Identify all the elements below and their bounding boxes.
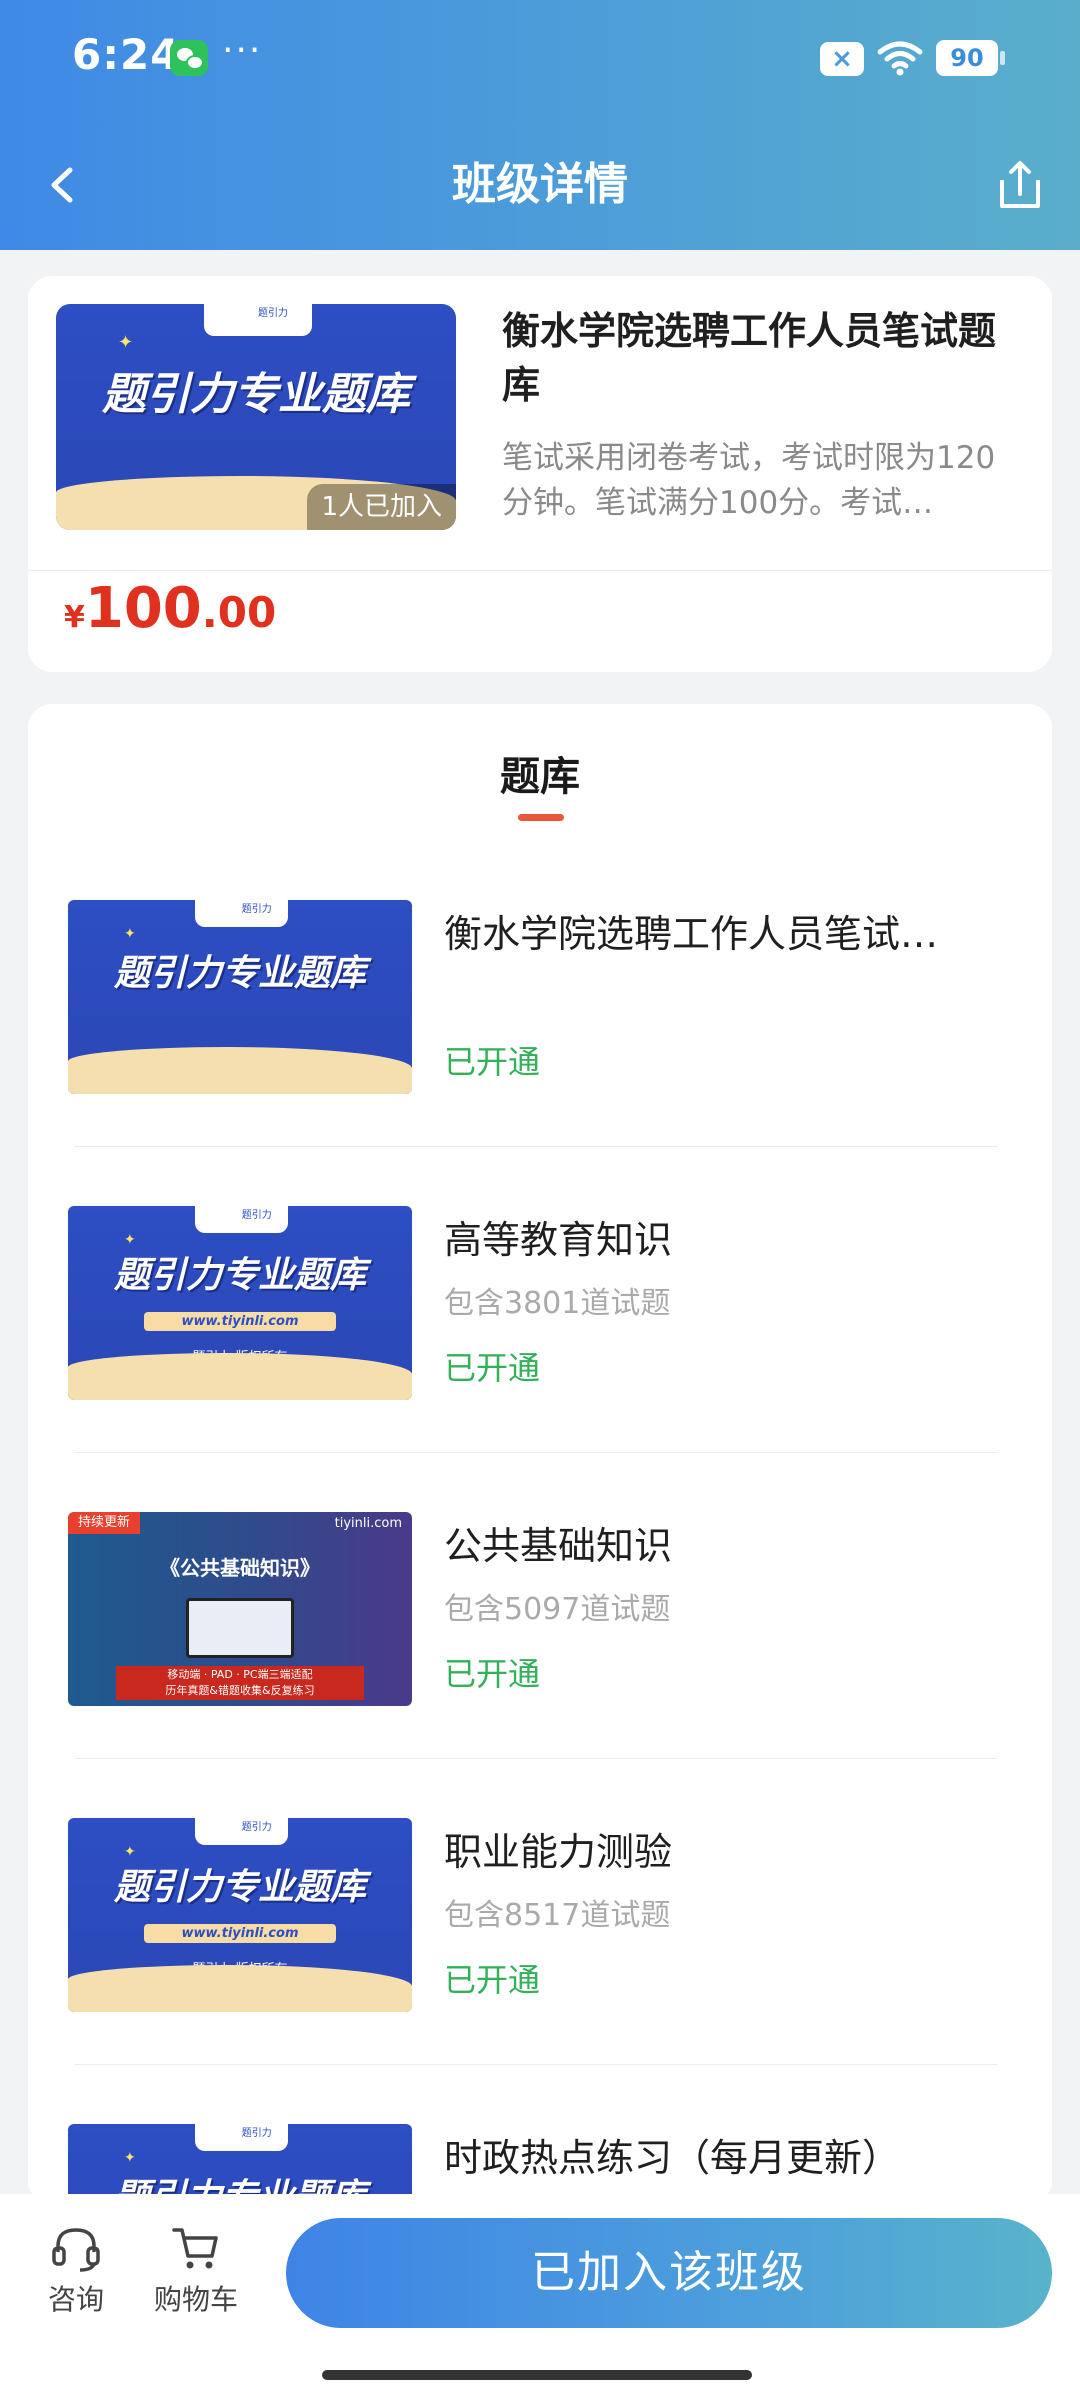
bank-cover-image: ✦ 题引力专业题库 www.tiyinli.com 题引力 版权所有 — [68, 1206, 412, 1400]
cover-url: www.tiyinli.com — [143, 1924, 337, 1944]
cover-title: 题引力专业题库 — [102, 369, 410, 420]
bank-item-count: 包含3801道试题 — [444, 1286, 671, 1321]
page-title: 班级详情 — [452, 159, 628, 210]
cover-logo-tab — [204, 304, 312, 336]
more-notifications-icon: ··· — [222, 30, 263, 71]
bank-list-item[interactable]: ✦ 题引力专业题库 题引力 版权所有 衡水学院选聘工作人员笔试… 已开通 — [68, 900, 1032, 1206]
battery-icon: 90 — [936, 40, 1005, 76]
bank-list-item[interactable]: ✦ 题引力专业题库 www.tiyinli.com 题引力 版权所有 职业能力测… — [68, 1818, 1032, 2124]
bank-cover-image: ✦ 题引力专业题库 www.tiyinli.com 题引力 版权所有 — [68, 1818, 412, 2012]
bank-item-title: 衡水学院选聘工作人员笔试… — [444, 912, 939, 956]
join-count-badge: 1人已加入 — [307, 484, 456, 530]
bank-list-item[interactable]: 持续更新 tiyinli.com 《公共基础知识》 移动端 · PAD · PC… — [68, 1512, 1032, 1818]
star-icon: ✦ — [124, 2150, 136, 2166]
divider — [74, 1758, 998, 1759]
cover-title: 题引力专业题库 — [113, 1867, 366, 1908]
bank-cover-image: 持续更新 tiyinli.com 《公共基础知识》 移动端 · PAD · PC… — [68, 1512, 412, 1706]
bank-item-title: 时政热点练习（每月更新） — [444, 2136, 901, 2180]
bank-list-item[interactable]: ✦ 题引力专业题库 www.tiyinli.com 题引力 版权所有 高等教育知… — [68, 1206, 1032, 1512]
wifi-icon — [876, 38, 924, 78]
bank-cover-image: ✦ 题引力专业题库 题引力 版权所有 — [68, 900, 412, 1094]
consult-label: 咨询 — [47, 2283, 104, 2316]
cover-logo-tab — [195, 1818, 289, 1846]
price-integer: 100 — [84, 576, 202, 641]
no-sim-icon: × — [820, 42, 864, 76]
course-card: ✦ 题引力专业题库 题引力 版权所有 1人已加入 衡水学院选聘工作人员笔试题库 … — [28, 276, 1052, 672]
star-icon: ✦ — [124, 926, 136, 942]
share-button[interactable] — [990, 150, 1050, 220]
cover-logo-tab — [195, 2124, 289, 2152]
bank-item-title: 高等教育知识 — [444, 1218, 673, 1262]
star-icon: ✦ — [118, 332, 134, 353]
cart-label: 购物车 — [153, 2283, 238, 2316]
status-time: 6:24 — [72, 30, 181, 79]
cover-feature-line: 移动端 · PAD · PC端三端适配 — [167, 1668, 313, 1681]
divider — [74, 2064, 998, 2065]
bank-item-status: 已开通 — [444, 1961, 541, 1999]
cover-title: 《公共基础知识》 — [160, 1556, 320, 1580]
tab-indicator — [518, 814, 564, 821]
shopping-cart-icon — [172, 2228, 218, 2269]
bottom-action-bar: 咨询 购物车 已加入该班级 — [0, 2194, 1080, 2400]
cover-tag: 持续更新 — [68, 1512, 141, 1534]
consult-button[interactable]: 咨询 — [36, 2224, 116, 2318]
cover-wave — [68, 1047, 412, 1094]
question-bank-section: 题库 ✦ 题引力专业题库 题引力 版权所有 衡水学院选聘工作人员笔试… 已开通 … — [28, 704, 1052, 2318]
divider — [28, 570, 1052, 571]
cover-title: 题引力专业题库 — [113, 953, 366, 994]
share-icon — [1000, 161, 1040, 208]
cover-wave — [68, 1353, 412, 1400]
section-title: 题库 — [500, 754, 580, 800]
header: 6:24 ··· × 90 班级详情 — [0, 0, 1080, 250]
cover-logo: tiyinli.com — [334, 1516, 402, 1531]
joined-class-button[interactable]: 已加入该班级 — [286, 2218, 1052, 2328]
cover-feature-band: 移动端 · PAD · PC端三端适配 历年真题&错题收集&反复练习 — [116, 1666, 364, 1700]
divider — [74, 1452, 998, 1453]
bank-item-title: 职业能力测验 — [444, 1830, 673, 1874]
price-currency: ¥ — [64, 600, 85, 635]
cart-button[interactable]: 购物车 — [146, 2224, 246, 2318]
cover-feature-line: 历年真题&错题收集&反复练习 — [165, 1684, 315, 1697]
home-indicator — [322, 2370, 752, 2380]
cover-wave — [68, 1965, 412, 2012]
cover-title: 题引力专业题库 — [113, 1255, 366, 1296]
divider — [74, 1146, 998, 1147]
status-bar: 6:24 ··· × 90 — [0, 0, 1080, 120]
course-cover-image: ✦ 题引力专业题库 题引力 版权所有 1人已加入 — [56, 304, 456, 530]
device-screen-graphic — [186, 1598, 294, 1658]
course-description: 笔试采用闭卷考试，考试时限为120分钟。笔试满分100分。考试… — [502, 440, 996, 521]
bank-item-count: 包含5097道试题 — [444, 1592, 671, 1627]
cover-logo-tab — [195, 1206, 289, 1234]
cover-url: www.tiyinli.com — [143, 1312, 337, 1332]
bank-item-status: 已开通 — [444, 1655, 541, 1693]
headset-icon — [52, 2228, 100, 2272]
price-decimal: .00 — [201, 588, 277, 637]
cover-logo-tab — [195, 900, 289, 928]
course-price: ¥100.00 — [64, 576, 276, 641]
bank-item-count: 包含8517道试题 — [444, 1898, 671, 1933]
bank-item-status: 已开通 — [444, 1043, 541, 1081]
bank-item-status: 已开通 — [444, 1349, 541, 1387]
bank-item-title: 公共基础知识 — [444, 1524, 673, 1568]
wechat-icon — [170, 40, 208, 76]
course-title: 衡水学院选聘工作人员笔试题库 — [502, 309, 997, 407]
